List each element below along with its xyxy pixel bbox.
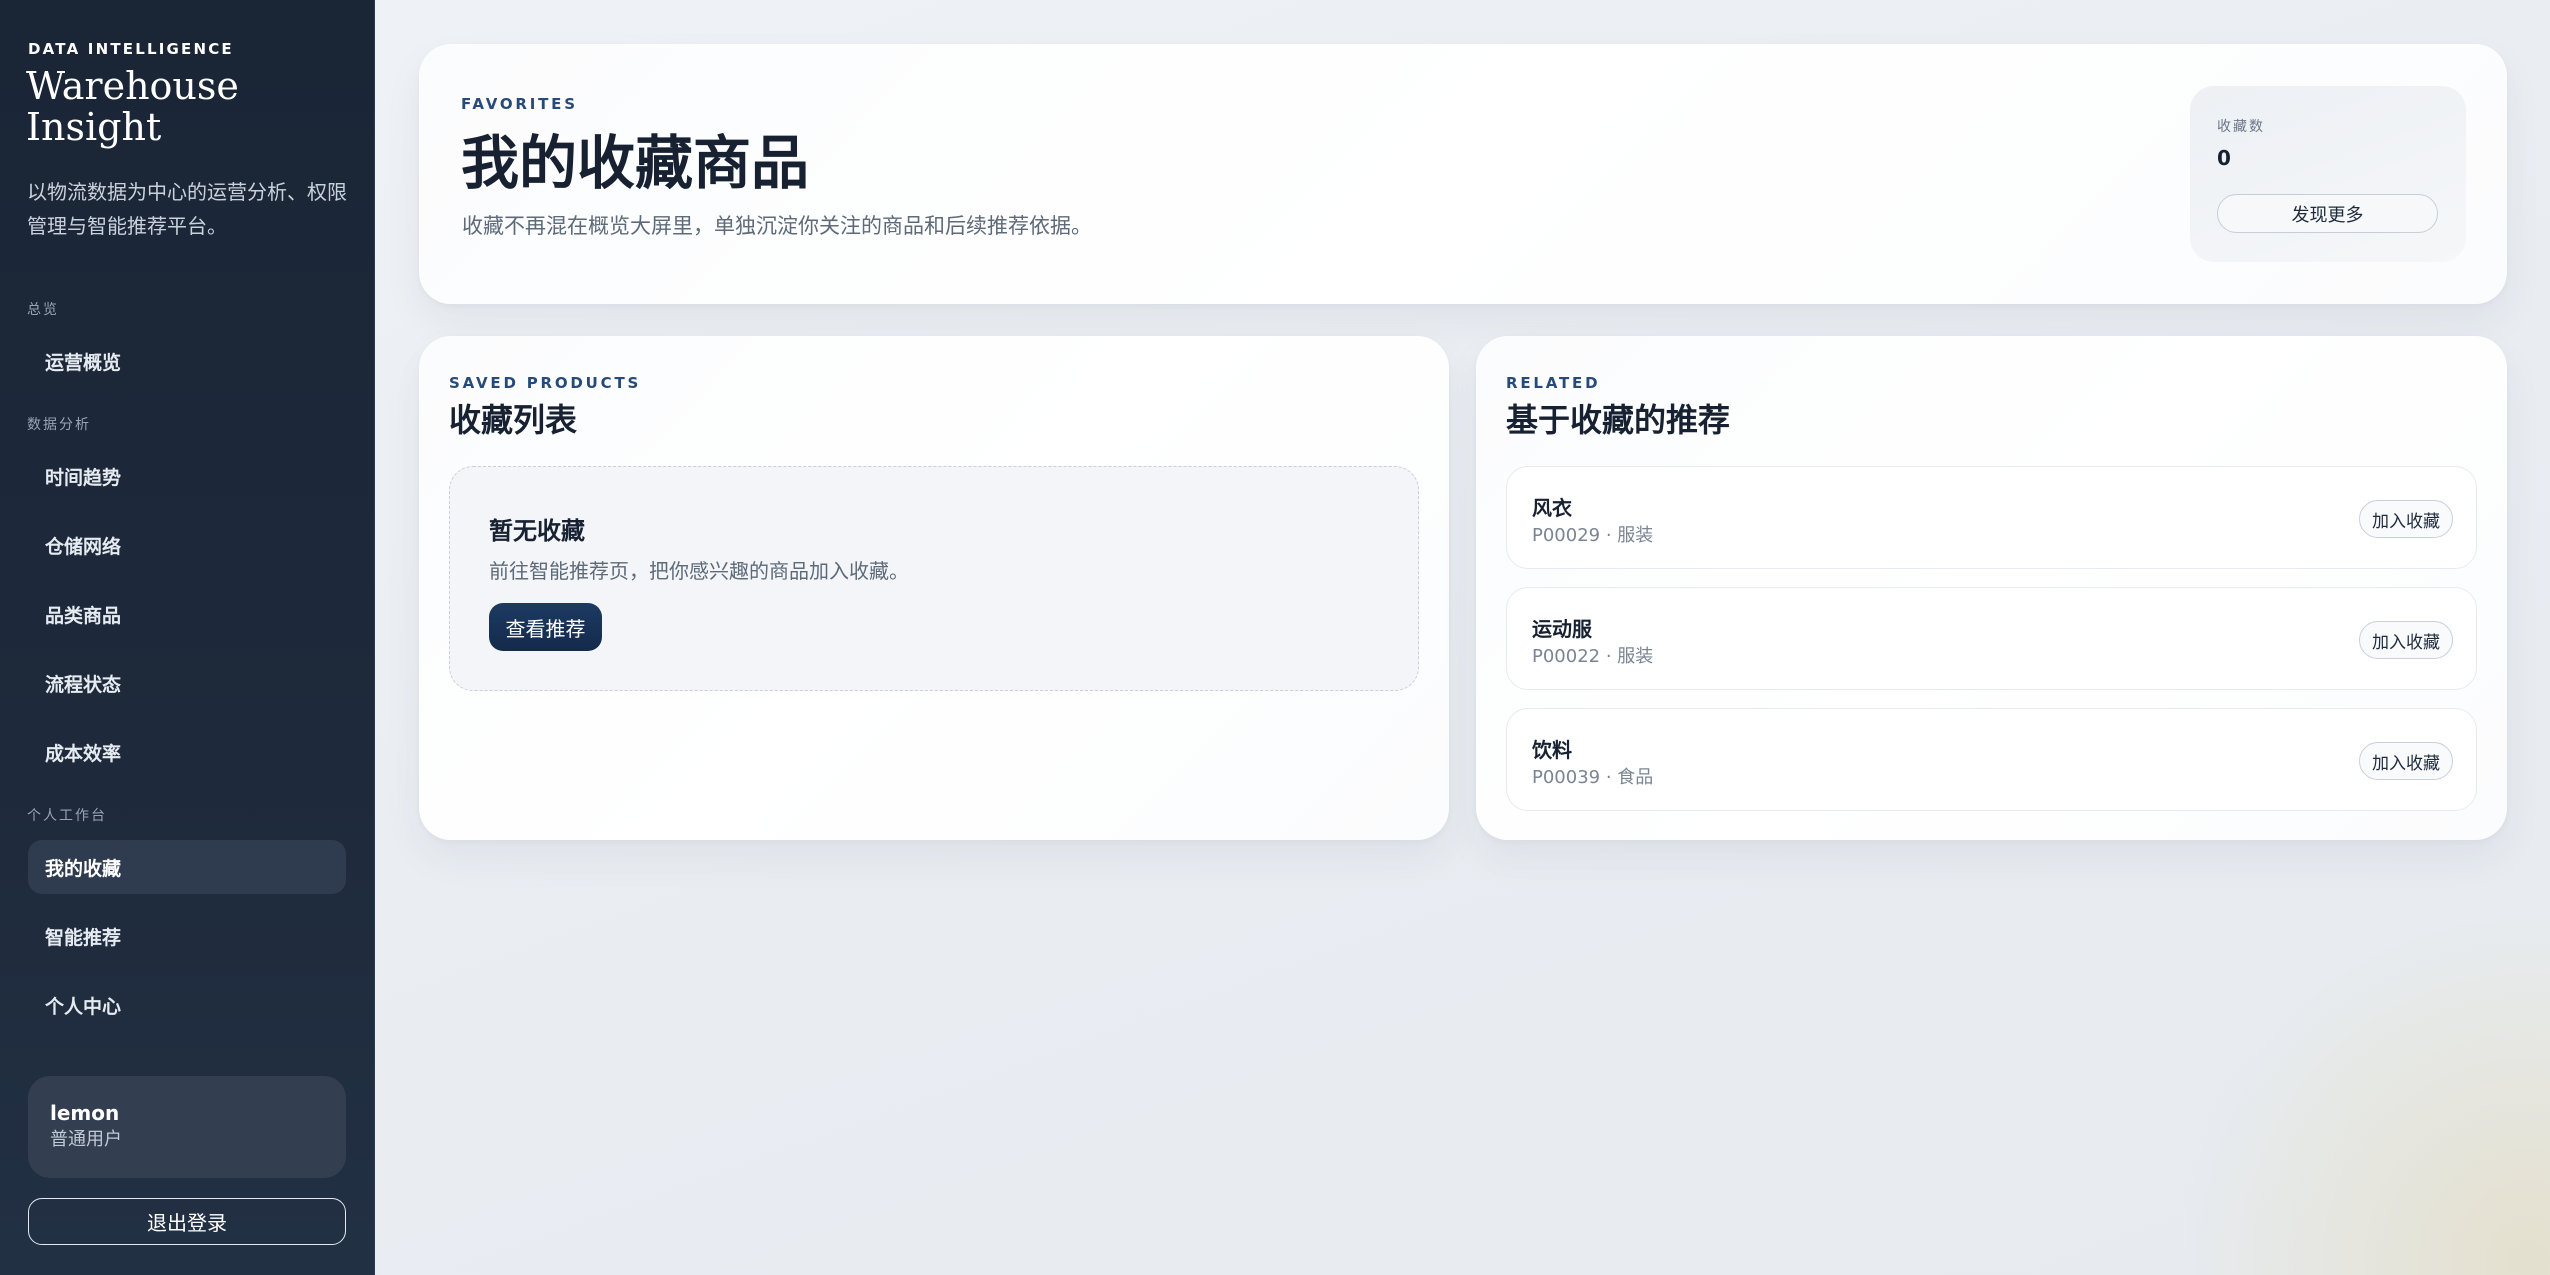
page-title: 我的收藏商品 [461, 129, 810, 197]
favorites-count-panel: 收藏数 0 发现更多 [2190, 86, 2466, 262]
product-name: 风衣 [1532, 496, 1572, 520]
add-favorite-button[interactable]: 加入收藏 [2359, 621, 2453, 659]
sidebar-item-warehouse-network[interactable]: 仓储网络 [28, 518, 346, 572]
nav-group-analysis: 数据分析 [27, 417, 91, 433]
related-title: 基于收藏的推荐 [1506, 401, 1731, 439]
user-name: lemon [50, 1101, 120, 1125]
logout-button[interactable]: 退出登录 [28, 1198, 346, 1245]
sidebar-item-overview[interactable]: 运营概览 [28, 334, 346, 388]
product-name: 饮料 [1532, 738, 1572, 762]
saved-eyebrow: SAVED PRODUCTS [449, 374, 642, 392]
sidebar: DATA INTELLIGENCE Warehouse Insight 以物流数… [0, 0, 375, 1275]
list-item: 风衣 P00029 · 服装 加入收藏 [1506, 466, 2477, 569]
hero-eyebrow: FAVORITES [461, 95, 578, 113]
sidebar-item-label: 仓储网络 [45, 535, 122, 558]
list-item: 饮料 P00039 · 食品 加入收藏 [1506, 708, 2477, 811]
view-recommendations-button[interactable]: 查看推荐 [489, 603, 602, 651]
page-description: 收藏不再混在概览大屏里，单独沉淀你关注的商品和后续推荐依据。 [462, 214, 1092, 238]
product-meta: P00022 · 服装 [1532, 646, 1654, 667]
sidebar-item-label: 个人中心 [45, 995, 122, 1018]
favorites-count-label: 收藏数 [2217, 119, 2265, 135]
nav-group-overview: 总览 [27, 302, 59, 318]
sidebar-item-label: 时间趋势 [45, 466, 122, 489]
user-card: lemon 普通用户 [28, 1076, 346, 1178]
sidebar-item-label: 流程状态 [45, 673, 122, 696]
sidebar-item-process-status[interactable]: 流程状态 [28, 656, 346, 710]
related-eyebrow: RELATED [1506, 374, 1601, 392]
related-recommendations-card: RELATED 基于收藏的推荐 风衣 P00029 · 服装 加入收藏 运动服 … [1476, 336, 2507, 840]
brand-title: Warehouse Insight [26, 64, 239, 149]
empty-state-title: 暂无收藏 [489, 517, 585, 545]
sidebar-item-label: 我的收藏 [45, 857, 122, 880]
sidebar-item-time-trend[interactable]: 时间趋势 [28, 449, 346, 503]
sidebar-item-label: 智能推荐 [45, 926, 122, 949]
add-favorite-button[interactable]: 加入收藏 [2359, 500, 2453, 538]
product-name: 运动服 [1532, 617, 1592, 641]
add-favorite-button[interactable]: 加入收藏 [2359, 742, 2453, 780]
sidebar-item-recommendations[interactable]: 智能推荐 [28, 909, 346, 963]
empty-state: 暂无收藏 前往智能推荐页，把你感兴趣的商品加入收藏。 查看推荐 [449, 466, 1419, 691]
product-meta: P00029 · 服装 [1532, 525, 1654, 546]
list-item: 运动服 P00022 · 服装 加入收藏 [1506, 587, 2477, 690]
brand-eyebrow: DATA INTELLIGENCE [28, 40, 234, 58]
nav-group-workspace: 个人工作台 [27, 808, 107, 824]
sidebar-item-label: 品类商品 [45, 604, 122, 627]
sidebar-item-favorites[interactable]: 我的收藏 [28, 840, 346, 894]
sidebar-item-label: 运营概览 [45, 351, 122, 374]
saved-products-card: SAVED PRODUCTS 收藏列表 暂无收藏 前往智能推荐页，把你感兴趣的商… [419, 336, 1449, 840]
favorites-count-value: 0 [2217, 146, 2231, 170]
sidebar-item-label: 成本效率 [45, 742, 122, 765]
sidebar-item-category-products[interactable]: 品类商品 [28, 587, 346, 641]
discover-more-button[interactable]: 发现更多 [2217, 194, 2438, 233]
sidebar-item-cost-efficiency[interactable]: 成本效率 [28, 725, 346, 779]
favorites-hero-card: FAVORITES 我的收藏商品 收藏不再混在概览大屏里，单独沉淀你关注的商品和… [419, 44, 2507, 304]
brand-description: 以物流数据为中心的运营分析、权限管理与智能推荐平台。 [27, 180, 347, 238]
product-meta: P00039 · 食品 [1532, 767, 1654, 788]
empty-state-description: 前往智能推荐页，把你感兴趣的商品加入收藏。 [489, 559, 909, 583]
user-role: 普通用户 [50, 1129, 122, 1150]
saved-list-title: 收藏列表 [449, 401, 578, 439]
sidebar-item-profile[interactable]: 个人中心 [28, 978, 346, 1032]
